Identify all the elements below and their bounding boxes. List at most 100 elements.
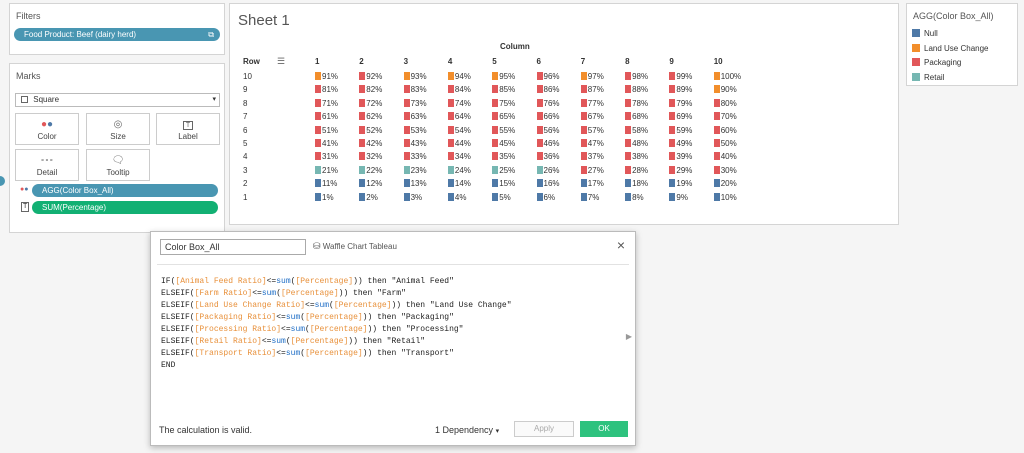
waffle-cell[interactable]: 6% [536,192,555,203]
waffle-cell[interactable]: 66% [536,112,560,122]
waffle-cell[interactable]: 32% [359,152,382,162]
waffle-cell[interactable]: 37% [580,152,604,162]
waffle-cell[interactable]: 60% [713,125,737,136]
waffle-cell[interactable]: 82% [359,85,382,95]
ok-button[interactable]: OK [580,421,628,437]
waffle-cell[interactable]: 18% [625,179,648,189]
waffle-cell[interactable]: 50% [713,139,737,149]
waffle-cell[interactable]: 59% [669,125,692,136]
waffle-cell[interactable]: 42% [359,139,382,149]
waffle-cell[interactable]: 94% [447,72,471,82]
waffle-cell[interactable]: 58% [625,125,648,136]
waffle-cell[interactable]: 61% [315,112,338,122]
legend-item[interactable]: Null [912,29,938,38]
apply-button[interactable]: Apply [514,421,574,437]
detail-button[interactable]: ∘∘∘ Detail [15,149,79,181]
waffle-cell[interactable]: 24% [447,165,471,176]
waffle-cell[interactable]: 20% [713,179,737,189]
waffle-cell[interactable]: 53% [403,125,427,136]
waffle-cell[interactable]: 93% [403,72,427,82]
formula-editor[interactable]: IF([Animal Feed Ratio]<=sum([Percentage]… [161,276,512,372]
waffle-cell[interactable]: 78% [625,98,648,109]
legend-item[interactable]: Land Use Change [912,43,989,53]
waffle-cell[interactable]: 35% [492,152,515,162]
waffle-cell[interactable]: 92% [359,72,382,82]
waffle-cell[interactable]: 64% [447,112,471,122]
waffle-cell[interactable]: 25% [492,165,515,176]
pill-sum-percentage[interactable]: SUM(Percentage) [32,201,218,214]
waffle-cell[interactable]: 85% [492,85,515,95]
waffle-cell[interactable]: 30% [713,165,737,176]
waffle-cell[interactable]: 2% [359,192,378,203]
waffle-cell[interactable]: 100% [713,72,741,82]
waffle-cell[interactable]: 57% [580,125,604,136]
waffle-cell[interactable]: 44% [447,139,471,149]
waffle-cell[interactable]: 62% [359,112,382,122]
pill-color-box-all[interactable]: AGG(Color Box_All) [32,184,218,197]
waffle-cell[interactable]: 99% [669,72,692,82]
waffle-cell[interactable]: 34% [447,152,471,162]
waffle-cell[interactable]: 36% [536,152,560,162]
waffle-cell[interactable]: 38% [625,152,648,162]
waffle-cell[interactable]: 51% [315,125,338,136]
waffle-cell[interactable]: 96% [536,72,560,82]
waffle-cell[interactable]: 28% [625,165,648,176]
waffle-cell[interactable]: 97% [580,72,604,82]
waffle-cell[interactable]: 68% [625,112,648,122]
waffle-cell[interactable]: 83% [403,85,427,95]
waffle-cell[interactable]: 4% [447,192,466,203]
filter-edit-icon[interactable]: ⧉ [208,28,214,41]
waffle-cell[interactable]: 8% [625,192,644,203]
waffle-cell[interactable]: 14% [447,179,471,189]
waffle-cell[interactable]: 84% [447,85,471,95]
waffle-cell[interactable]: 9% [669,192,688,203]
waffle-cell[interactable]: 87% [580,85,604,95]
mark-type-dropdown[interactable]: Square ▾ [15,93,220,107]
filter-pill-food-product[interactable]: Food Product: Beef (dairy herd) ⧉ [14,28,220,41]
waffle-cell[interactable]: 81% [315,85,338,95]
waffle-cell[interactable]: 86% [536,85,560,95]
color-button[interactable]: ●● Color [15,113,79,145]
waffle-cell[interactable]: 31% [315,152,338,162]
waffle-cell[interactable]: 12% [359,179,382,189]
waffle-cell[interactable]: 89% [669,85,692,95]
waffle-cell[interactable]: 33% [403,152,427,162]
waffle-cell[interactable]: 29% [669,165,692,176]
label-button[interactable]: T Label [156,113,220,145]
waffle-cell[interactable]: 88% [625,85,648,95]
waffle-cell[interactable]: 56% [536,125,560,136]
waffle-cell[interactable]: 67% [580,112,604,122]
waffle-cell[interactable]: 40% [713,152,737,162]
waffle-cell[interactable]: 26% [536,165,560,176]
waffle-cell[interactable]: 79% [669,98,692,109]
waffle-cell[interactable]: 55% [492,125,515,136]
waffle-cell[interactable]: 16% [536,179,560,189]
waffle-cell[interactable]: 52% [359,125,382,136]
waffle-cell[interactable]: 70% [713,112,737,122]
waffle-cell[interactable]: 72% [359,98,382,109]
waffle-cell[interactable]: 27% [580,165,604,176]
waffle-cell[interactable]: 76% [536,98,560,109]
waffle-cell[interactable]: 48% [625,139,648,149]
waffle-cell[interactable]: 98% [625,72,648,82]
close-icon[interactable]: × [617,237,625,253]
waffle-cell[interactable]: 63% [403,112,427,122]
waffle-cell[interactable]: 22% [359,165,382,176]
waffle-cell[interactable]: 80% [713,98,737,109]
waffle-cell[interactable]: 43% [403,139,427,149]
waffle-cell[interactable]: 7% [580,192,599,203]
waffle-cell[interactable]: 47% [580,139,604,149]
calc-name-input[interactable]: Color Box_All [160,239,306,255]
sort-icon[interactable]: ☰ [277,56,285,67]
waffle-cell[interactable]: 13% [403,179,427,189]
waffle-cell[interactable]: 75% [492,98,515,109]
waffle-cell[interactable]: 21% [315,165,338,176]
legend-item[interactable]: Packaging [912,58,961,67]
waffle-cell[interactable]: 3% [403,192,422,203]
dependency-dropdown[interactable]: 1 Dependency ▾ [435,425,499,435]
waffle-cell[interactable]: 10% [713,192,737,203]
waffle-cell[interactable]: 23% [403,165,427,176]
waffle-cell[interactable]: 91% [315,72,338,82]
waffle-cell[interactable]: 77% [580,98,604,109]
waffle-cell[interactable]: 49% [669,139,692,149]
